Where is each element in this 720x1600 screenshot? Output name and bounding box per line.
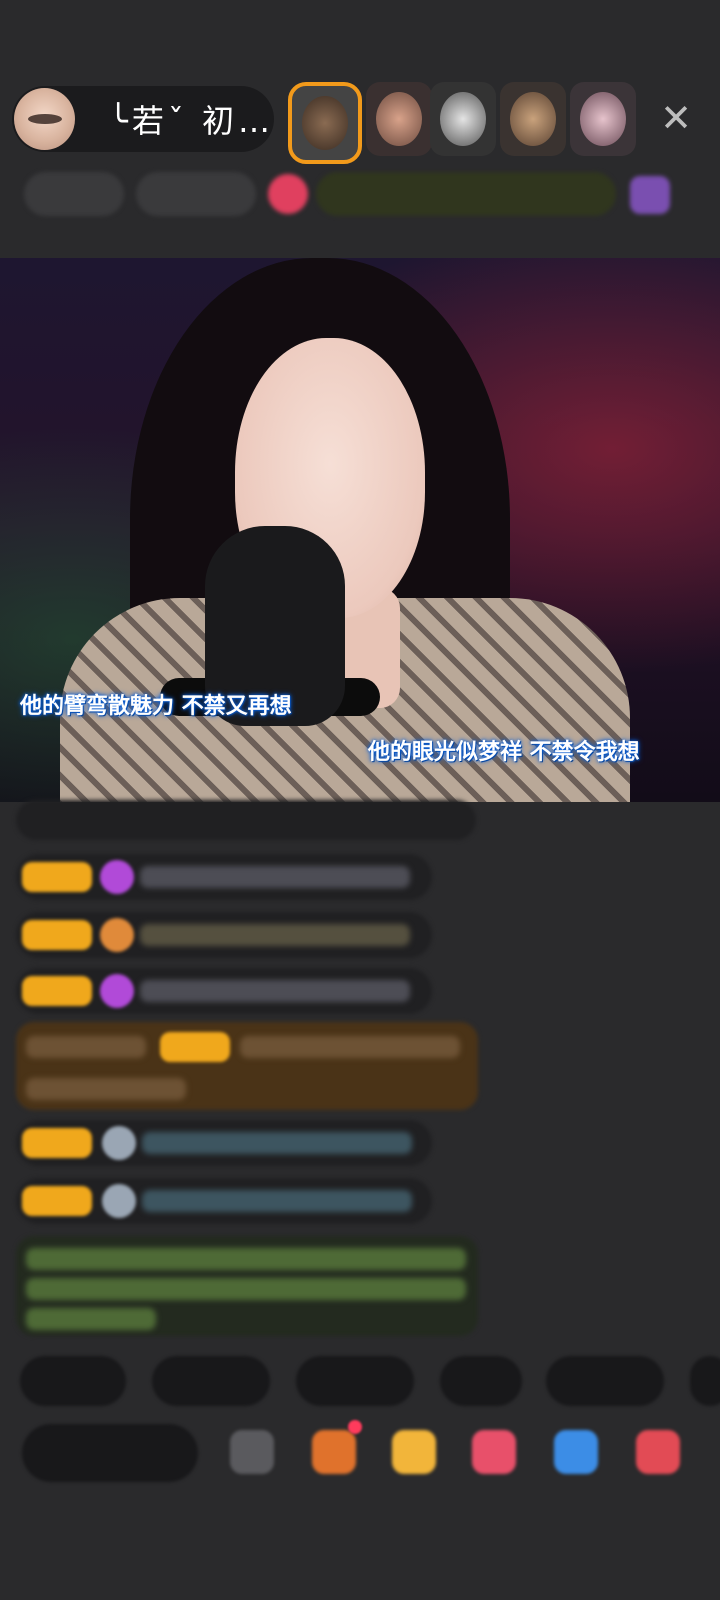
share-icon[interactable] <box>554 1430 598 1474</box>
chat-text <box>140 924 410 946</box>
medal-icon <box>100 918 134 952</box>
viewer-avatar-icon <box>302 96 348 150</box>
level-badge <box>22 862 92 892</box>
rank-chip[interactable] <box>24 172 124 216</box>
chat-text <box>140 980 410 1002</box>
level-badge <box>22 1186 92 1216</box>
level-badge <box>22 1128 92 1158</box>
viewer-avatar-icon <box>440 92 486 146</box>
viewer-avatar-icon <box>580 92 626 146</box>
level-badge <box>22 976 92 1006</box>
user-icon <box>102 1126 136 1160</box>
gem-icon <box>100 974 134 1008</box>
viewer-avatar-icon <box>376 92 422 146</box>
gift-text <box>240 1036 460 1058</box>
viewer-avatar-icon <box>510 92 556 146</box>
chat-text <box>142 1132 412 1154</box>
quick-reply-button[interactable] <box>20 1356 126 1406</box>
gift-text <box>26 1078 186 1100</box>
host-info-pill[interactable]: ╰若ˇ 初… <box>12 86 274 152</box>
event-banner[interactable] <box>316 172 616 216</box>
system-text <box>26 1308 156 1330</box>
wallet-icon[interactable] <box>392 1430 436 1474</box>
game-icon[interactable] <box>472 1430 516 1474</box>
quick-reply-button[interactable] <box>440 1356 522 1406</box>
top-viewer-avatar-1[interactable] <box>288 82 362 164</box>
comment-input[interactable] <box>22 1424 198 1482</box>
top-viewer-avatar-5[interactable] <box>570 82 636 156</box>
gift-icon[interactable] <box>636 1430 680 1474</box>
top-viewer-avatar-4[interactable] <box>500 82 566 156</box>
top-viewer-avatar-2[interactable] <box>366 82 432 156</box>
system-text <box>26 1248 466 1270</box>
notification-dot <box>348 1420 362 1434</box>
quick-reply-button[interactable] <box>690 1356 720 1406</box>
user-icon <box>102 1184 136 1218</box>
quick-reply-button[interactable] <box>152 1356 270 1406</box>
level-badge <box>160 1032 230 1062</box>
top-viewer-avatar-3[interactable] <box>430 82 496 156</box>
host-avatar-eye <box>28 114 62 124</box>
quick-reply-button[interactable] <box>546 1356 664 1406</box>
more-icon[interactable] <box>230 1430 274 1474</box>
level-badge <box>22 920 92 950</box>
chat-message[interactable] <box>16 800 476 840</box>
system-text <box>26 1278 466 1300</box>
gift-text <box>26 1036 146 1058</box>
gift-box-icon[interactable] <box>312 1430 356 1474</box>
host-name[interactable]: ╰若ˇ 初… <box>109 96 274 142</box>
heart-icon[interactable] <box>268 174 308 214</box>
fans-chip[interactable] <box>136 172 256 216</box>
host-avatar[interactable] <box>14 88 75 150</box>
activity-icon[interactable] <box>630 176 670 214</box>
chat-text <box>142 1190 412 1212</box>
live-video[interactable]: 他的臂弯散魅力 不禁又再想 他的眼光似梦祥 不禁令我想 <box>0 258 720 802</box>
gem-icon <box>100 860 134 894</box>
lyrics-line-1: 他的臂弯散魅力 不禁又再想 <box>20 694 292 719</box>
quick-reply-button[interactable] <box>296 1356 414 1406</box>
lyrics-line-2: 他的眼光似梦祥 不禁令我想 <box>368 740 640 765</box>
close-icon[interactable]: ✕ <box>658 96 694 140</box>
chat-text <box>140 866 410 888</box>
